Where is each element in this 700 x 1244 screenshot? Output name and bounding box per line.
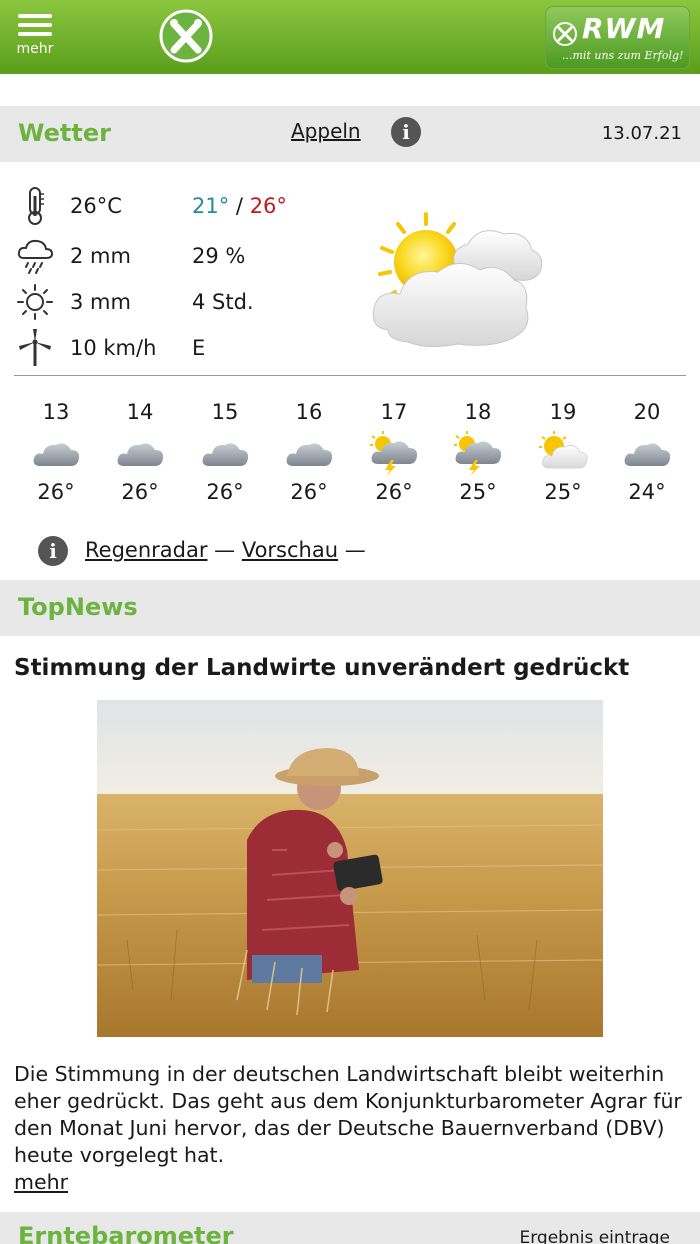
- news-more-link[interactable]: mehr: [14, 1170, 68, 1194]
- cloud-icon: [31, 430, 81, 476]
- forecast-temperature: 25°: [459, 480, 497, 504]
- topnews-section-header: TopNews: [0, 580, 700, 636]
- forecast-day[interactable]: 15 26°: [190, 400, 260, 504]
- forecast-day[interactable]: 19 25°: [528, 400, 598, 504]
- forecast-temperature: 26°: [206, 480, 244, 504]
- hamburger-icon: [18, 14, 52, 18]
- forecast-day[interactable]: 17 26°: [359, 400, 429, 504]
- forecast-day-number: 19: [549, 400, 577, 424]
- erntebarometer-section-title: Erntebarometer: [18, 1222, 234, 1244]
- forecast-day[interactable]: 18 25°: [443, 400, 513, 504]
- link-separator: —: [344, 538, 366, 562]
- wind-speed: 10 km/h: [70, 336, 157, 360]
- forecast-day[interactable]: 16 26°: [274, 400, 344, 504]
- weather-section-header: Wetter Appeln i 13.07.21: [0, 106, 700, 162]
- temp-max: 26°: [249, 194, 287, 218]
- cloud-icon: [115, 430, 165, 476]
- forecast-day-number: 18: [464, 400, 492, 424]
- sunshine-value: 3 mm: [70, 290, 131, 314]
- weather-divider: [14, 375, 686, 376]
- news-body-text: Die Stimmung in der deutschen Landwirtsc…: [14, 1062, 682, 1167]
- thermometer-icon: [28, 187, 44, 225]
- forecast-day-number: 14: [126, 400, 154, 424]
- weather-section-title: Wetter: [18, 119, 111, 147]
- vorschau-link[interactable]: Vorschau: [242, 538, 338, 562]
- precipitation-amount: 2 mm: [70, 244, 131, 268]
- news-headline[interactable]: Stimmung der Landwirte unverändert gedrü…: [14, 655, 694, 681]
- news-body: Die Stimmung in der deutschen Landwirtsc…: [14, 1061, 694, 1196]
- top-app-bar: mehr RWM ...mit uns zum Erfolg!: [0, 0, 700, 74]
- topnews-section-title: TopNews: [18, 593, 138, 621]
- thunderstorm-icon: [369, 430, 419, 476]
- regenradar-link[interactable]: Regenradar: [85, 538, 207, 562]
- forecast-temperature: 26°: [290, 480, 328, 504]
- forecast-day-number: 15: [211, 400, 239, 424]
- menu-button[interactable]: mehr: [12, 14, 58, 66]
- weather-date: 13.07.21: [601, 123, 682, 144]
- raiffeisen-small-icon: [553, 22, 577, 46]
- brand-slogan: ...mit uns zum Erfolg!: [562, 49, 684, 62]
- forecast-day-number: 20: [633, 400, 661, 424]
- forecast-temperature: 26°: [375, 480, 413, 504]
- sunshine-row: 3 mm 4 Std.: [0, 282, 700, 322]
- hamburger-icon-bar: [18, 32, 52, 36]
- sun-icon: [17, 284, 53, 320]
- forecast-day[interactable]: 13 26°: [21, 400, 91, 504]
- erntebarometer-section-header: Erntebarometer Ergebnis eintrage: [0, 1212, 700, 1244]
- current-temperature-row: 26°C 21° / 26°: [0, 186, 700, 226]
- temp-min: 21°: [192, 194, 230, 218]
- hamburger-icon-bar: [18, 23, 52, 27]
- forecast-day[interactable]: 14 26°: [105, 400, 175, 504]
- sunshine-hours: 4 Std.: [192, 290, 254, 314]
- wind-direction: E: [192, 336, 206, 360]
- forecast-day-number: 13: [42, 400, 70, 424]
- brand-name: RWM: [582, 12, 666, 45]
- wind-row: 10 km/h E: [0, 328, 700, 368]
- precipitation-row: 2 mm 29 %: [0, 236, 700, 276]
- wind-turbine-icon: [19, 329, 51, 366]
- forecast-day-number: 16: [295, 400, 323, 424]
- link-separator: —: [214, 538, 236, 562]
- temperature-range: 21° / 26°: [192, 194, 287, 218]
- cloud-icon: [284, 430, 334, 476]
- raiffeisen-logo-icon[interactable]: [158, 8, 214, 64]
- forecast-temperature: 26°: [121, 480, 159, 504]
- partly-sunny-icon: [538, 430, 588, 476]
- thunderstorm-icon: [453, 430, 503, 476]
- cloud-icon: [622, 430, 672, 476]
- precipitation-probability: 29 %: [192, 244, 246, 268]
- current-temperature: 26°C: [70, 194, 122, 218]
- rwm-brand-logo[interactable]: RWM ...mit uns zum Erfolg!: [545, 6, 690, 69]
- radar-links: Regenradar — Vorschau —: [85, 538, 366, 562]
- location-link[interactable]: Appeln: [291, 119, 361, 143]
- info-icon[interactable]: i: [38, 536, 68, 566]
- forecast-temperature: 25°: [544, 480, 582, 504]
- forecast-temperature: 24°: [628, 480, 666, 504]
- forecast-day[interactable]: 20 24°: [612, 400, 682, 504]
- temp-separator: /: [235, 194, 243, 218]
- farmer-wheat-field-photo[interactable]: [97, 700, 603, 1037]
- menu-label: mehr: [16, 41, 54, 57]
- enter-result-link[interactable]: Ergebnis eintrage: [519, 1228, 670, 1244]
- forecast-temperature: 26°: [37, 480, 75, 504]
- cloud-icon: [200, 430, 250, 476]
- rain-cloud-icon: [17, 239, 54, 274]
- sun-behind-clouds-icon: [372, 212, 543, 348]
- info-icon[interactable]: i: [391, 117, 421, 147]
- forecast-day-number: 17: [380, 400, 408, 424]
